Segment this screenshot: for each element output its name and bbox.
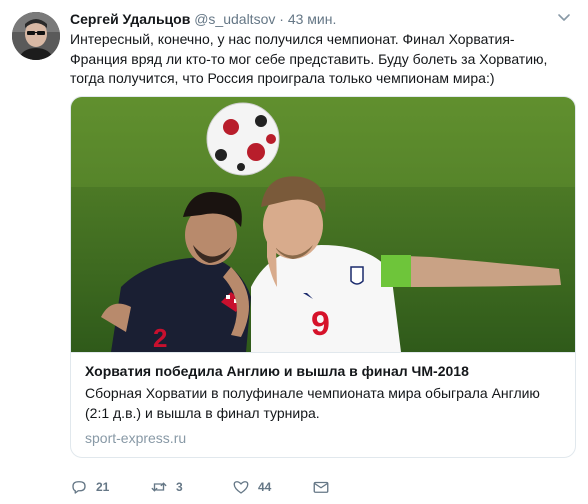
tweet-text: Интересный, конечно, у нас получился чем…: [70, 31, 548, 86]
avatar-image: [12, 12, 60, 60]
like-button[interactable]: 44: [232, 477, 271, 497]
card-domain[interactable]: sport-express.ru: [85, 430, 561, 446]
separator-dot: ·: [279, 11, 284, 27]
avatar[interactable]: [12, 12, 60, 60]
reply-icon: [72, 481, 86, 494]
message-button[interactable]: [312, 477, 338, 497]
heart-icon: [233, 481, 249, 494]
retweet-count: 3: [176, 480, 183, 494]
link-card[interactable]: 2 9 Хорватия победила Англию и вышла в ф…: [70, 96, 576, 458]
author-name[interactable]: Сергей Удальцов: [70, 11, 190, 27]
like-count: 44: [258, 480, 272, 494]
ball-graphic: [206, 102, 280, 176]
jersey-number: 9: [311, 305, 330, 343]
chevron-down-icon[interactable]: [554, 11, 574, 25]
retweet-button[interactable]: 3: [150, 477, 183, 497]
retweet-icon: [151, 482, 167, 492]
football-photo: 2 9: [71, 97, 575, 352]
svg-text:2: 2: [153, 323, 167, 352]
tweet-actions: 21 3 44: [70, 477, 370, 497]
card-description: Сборная Хорватии в полуфинале чемпионата…: [85, 385, 540, 421]
reply-count: 21: [96, 480, 110, 494]
reply-button[interactable]: 21: [70, 477, 109, 497]
card-title[interactable]: Хорватия победила Англию и вышла в финал…: [85, 363, 561, 379]
tweet-header: Сергей Удальцов @s_udaltsov · 43 мин.: [70, 11, 336, 27]
envelope-icon: [313, 481, 329, 493]
author-handle[interactable]: @s_udaltsov: [194, 11, 275, 27]
card-body[interactable]: Хорватия победила Англию и вышла в финал…: [71, 352, 575, 457]
tweet-timestamp[interactable]: 43 мин.: [288, 11, 337, 27]
card-image[interactable]: 2 9: [71, 97, 575, 352]
